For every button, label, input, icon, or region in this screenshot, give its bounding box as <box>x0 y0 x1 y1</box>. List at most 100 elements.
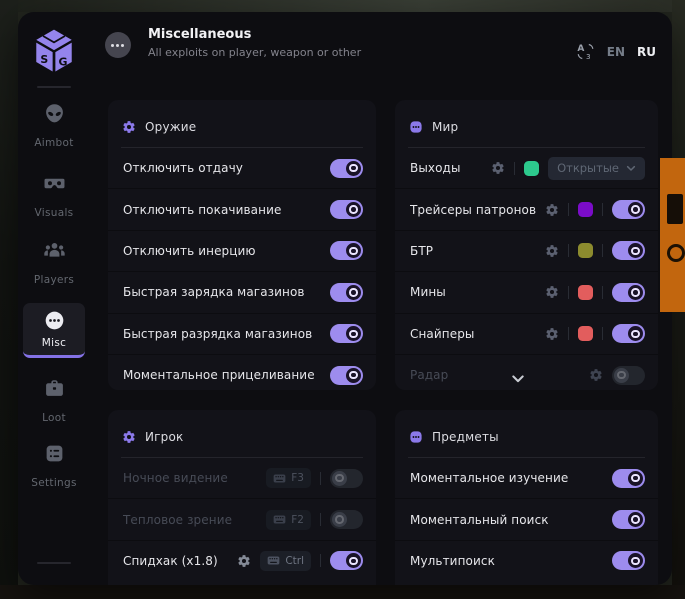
toggle-tracers[interactable] <box>612 200 645 219</box>
setting-label: Мультипоиск <box>410 554 612 568</box>
sidebar-item-loot[interactable]: Loot <box>23 378 85 424</box>
toggle-speedhack[interactable] <box>330 551 363 570</box>
hotkey-badge[interactable]: F3 <box>266 468 311 488</box>
setting-label: Быстрая разрядка магазинов <box>123 327 330 341</box>
gear-icon[interactable] <box>545 203 559 217</box>
setting-row-snipers: Снайперы <box>395 313 658 354</box>
page-subtitle: All exploits on player, weapon or other <box>148 46 361 59</box>
sidebar-item-misc[interactable]: Misc <box>23 303 85 358</box>
briefcase-icon <box>44 378 65 399</box>
exits-dropdown[interactable]: Открытые <box>548 157 645 180</box>
ellipsis-circle-icon <box>44 310 65 331</box>
gear-icon[interactable] <box>545 327 559 341</box>
section-header: Предметы <box>395 410 658 457</box>
separator <box>602 244 603 257</box>
toggle-knob <box>628 285 643 300</box>
toggle-multisearch[interactable] <box>612 551 645 570</box>
separator <box>602 286 603 299</box>
toggle-night-vision[interactable] <box>330 469 363 488</box>
section-player: Игрок Ночное видение F3 Тепловое зрение … <box>108 410 376 585</box>
setting-label: Тепловое зрение <box>123 513 266 527</box>
setting-row-no-sway: Отключить покачивание <box>108 188 376 229</box>
toggle-knob <box>628 326 643 341</box>
sidebar-item-label: Aimbot <box>34 137 73 149</box>
color-swatch[interactable] <box>524 161 539 176</box>
separator <box>320 513 321 526</box>
setting-row-instant-ads: Моментальное прицеливание <box>108 354 376 395</box>
toggle-instant-search[interactable] <box>612 510 645 529</box>
section-title: Мир <box>432 120 458 134</box>
toggle-knob <box>346 285 361 300</box>
sidebar-item-label: Players <box>34 274 74 286</box>
toggle-fast-reload[interactable] <box>330 283 363 302</box>
game-background-top <box>0 0 685 12</box>
sidebar-divider <box>37 86 71 88</box>
color-swatch[interactable] <box>578 202 593 217</box>
toggle-knob <box>346 553 361 568</box>
sidebar-item-aimbot[interactable]: Aimbot <box>23 103 85 149</box>
gear-icon[interactable] <box>491 161 505 175</box>
toggle-mines[interactable] <box>612 283 645 302</box>
toggle-knob <box>628 243 643 258</box>
app-logo <box>34 28 74 74</box>
toggle-thermal-vision[interactable] <box>330 510 363 529</box>
sidebar-item-visuals[interactable]: Visuals <box>23 173 85 219</box>
lang-en-button[interactable]: EN <box>607 45 625 59</box>
toggle-no-sway[interactable] <box>330 200 363 219</box>
setting-row-night-vision: Ночное видение F3 <box>108 458 376 498</box>
toggle-knob <box>628 471 643 486</box>
gear-icon[interactable] <box>589 368 603 382</box>
toggle-instant-ads[interactable] <box>330 366 363 385</box>
hotkey-badge[interactable]: Ctrl <box>260 551 311 571</box>
separator <box>320 472 321 485</box>
chevron-down-icon <box>626 165 636 172</box>
game-background-bottom <box>0 585 685 599</box>
setting-label: Трейсеры патронов <box>410 203 545 217</box>
section-items: Предметы Моментальное изучение Моменталь… <box>395 410 658 585</box>
gear-icon[interactable] <box>545 285 559 299</box>
setting-label: Спидхак (x1.8) <box>123 554 237 568</box>
toggle-instant-examine[interactable] <box>612 469 645 488</box>
setting-label: Отключить покачивание <box>123 203 330 217</box>
toggle-knob <box>346 368 361 383</box>
toggle-knob <box>346 243 361 258</box>
gear-icon[interactable] <box>237 554 251 568</box>
section-header: Игрок <box>108 410 376 457</box>
section-header: Оружие <box>108 100 376 147</box>
color-swatch[interactable] <box>578 326 593 341</box>
toggle-btr[interactable] <box>612 241 645 260</box>
chevron-down-icon[interactable] <box>511 369 525 379</box>
players-icon <box>44 240 65 261</box>
toggle-no-inertia[interactable] <box>330 241 363 260</box>
setting-row-fast-reload: Быстрая зарядка магазинов <box>108 271 376 312</box>
game-background-left <box>0 0 18 599</box>
section-title: Игрок <box>145 430 184 444</box>
dropdown-value: Открытые <box>557 161 619 175</box>
toggle-no-recoil[interactable] <box>330 159 363 178</box>
toggle-fast-unload[interactable] <box>330 324 363 343</box>
setting-label: Отключить отдачу <box>123 161 330 175</box>
setting-row-thermal-vision: Тепловое зрение F2 <box>108 498 376 539</box>
section-world: Мир Выходы Открытые Трейсеры патронов <box>395 100 658 390</box>
toggle-snipers[interactable] <box>612 324 645 343</box>
separator <box>568 244 569 257</box>
section-title: Оружие <box>145 120 196 134</box>
lang-ru-button[interactable]: RU <box>637 45 656 59</box>
sidebar-divider <box>37 562 71 564</box>
toggle-radar[interactable] <box>612 366 645 385</box>
gear-icon[interactable] <box>545 244 559 258</box>
toggle-knob <box>346 326 361 341</box>
dots-box-icon <box>409 430 423 444</box>
toggle-knob <box>628 512 643 527</box>
sidebar-item-settings[interactable]: Settings <box>23 443 85 489</box>
sidebar-item-players[interactable]: Players <box>23 240 85 286</box>
setting-row-mines: Мины <box>395 271 658 312</box>
setting-row-multisearch: Мультипоиск <box>395 540 658 581</box>
color-swatch[interactable] <box>578 243 593 258</box>
toggle-knob <box>628 202 643 217</box>
sidebar-item-label: Misc <box>42 337 66 349</box>
setting-label: БТР <box>410 244 545 258</box>
color-swatch[interactable] <box>578 285 593 300</box>
hotkey-badge[interactable]: F2 <box>266 510 311 530</box>
keyboard-icon <box>273 474 286 483</box>
